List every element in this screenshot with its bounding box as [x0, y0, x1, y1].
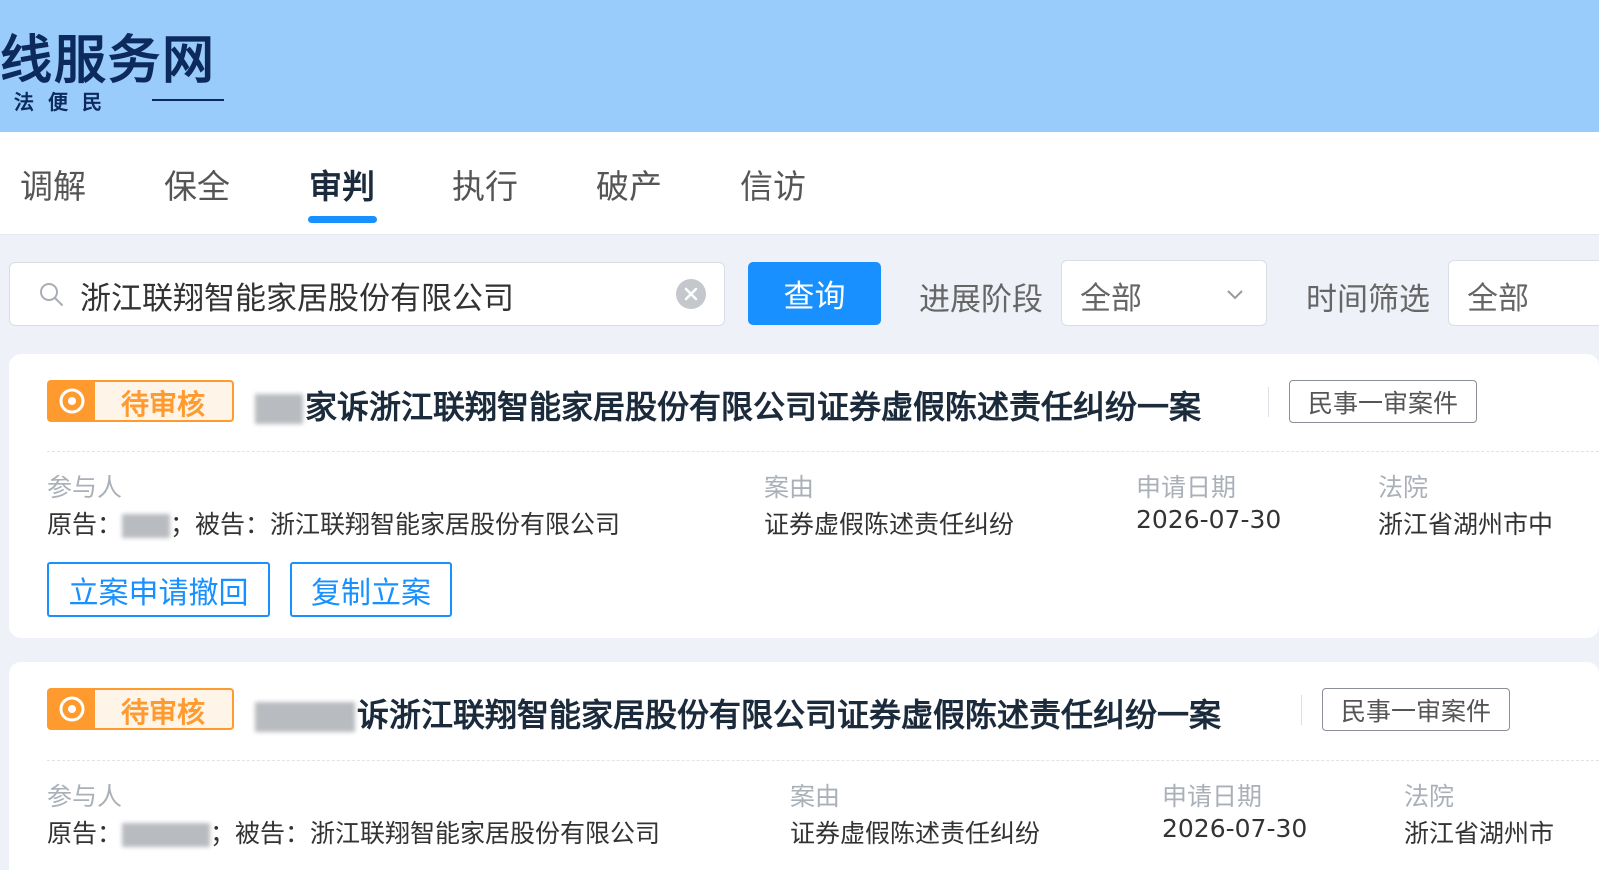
time-select[interactable]: 全部: [1448, 260, 1599, 326]
clear-icon[interactable]: [676, 279, 706, 309]
withdraw-filing-button[interactable]: 立案申请撤回: [47, 562, 270, 617]
redacted-name: [255, 394, 303, 424]
stage-select[interactable]: 全部: [1061, 260, 1267, 326]
stage-filter-label: 进展阶段: [919, 282, 1043, 318]
time-filter-label: 时间筛选: [1306, 282, 1430, 318]
status-badge: 待审核: [47, 380, 234, 422]
status-text: 待审核: [121, 696, 206, 729]
court-value: 浙江省湖州市中: [1378, 510, 1554, 539]
active-tab-indicator: [308, 216, 377, 223]
tab-trial[interactable]: 审判: [309, 160, 375, 208]
redacted-plaintiff: [122, 823, 211, 847]
case-title[interactable]: 诉浙江联翔智能家居股份有限公司证券虚假陈述责任纠纷一案: [255, 690, 1221, 736]
case-title-text: 诉浙江联翔智能家居股份有限公司证券虚假陈述责任纠纷一案: [337, 388, 1202, 426]
pending-icon: [49, 690, 95, 728]
copy-filing-button[interactable]: 复制立案: [290, 562, 452, 617]
court-label: 法院: [1404, 782, 1455, 811]
search-icon: [40, 283, 63, 306]
date-value: 2026-07-30: [1162, 814, 1308, 843]
cause-value: 证券虚假陈述责任纠纷: [764, 510, 1015, 539]
defendant-text: ；被告：浙江联翔智能家居股份有限公司: [170, 510, 621, 539]
case-title[interactable]: 家诉浙江联翔智能家居股份有限公司证券虚假陈述责任纠纷一案: [255, 382, 1201, 428]
date-label: 申请日期: [1162, 782, 1263, 811]
court-value: 浙江省湖州市: [1404, 819, 1555, 848]
query-button[interactable]: 查询: [748, 262, 881, 325]
case-type-tag: 民事一审案件: [1322, 688, 1510, 731]
case-title-text: 诉浙江联翔智能家居股份有限公司证券虚假陈述责任纠纷一案: [357, 696, 1222, 734]
search-input[interactable]: [80, 275, 660, 315]
tab-petition[interactable]: 信访: [740, 160, 806, 208]
tab-bankruptcy[interactable]: 破产: [596, 160, 662, 208]
case-title-prefix: 家: [305, 388, 338, 426]
main-tabs: 调解 保全 审判 执行 破产 信访: [0, 132, 1599, 235]
redacted-name: [255, 702, 355, 732]
plaintiff-label: 原告：: [47, 819, 123, 848]
title-divider: [1268, 387, 1269, 417]
time-select-value: 全部: [1467, 281, 1529, 317]
site-logo-title: 线服务网: [0, 31, 217, 91]
date-value: 2026-07-30: [1136, 505, 1282, 534]
status-text: 待审核: [121, 388, 206, 421]
redacted-plaintiff: [122, 514, 171, 538]
cause-label: 案由: [764, 473, 815, 502]
site-header: 线服务网 司法便民: [0, 0, 1599, 132]
divider: [47, 451, 1599, 452]
pending-icon: [49, 382, 95, 420]
participants-value: 原告： ；被告：浙江联翔智能家居股份有限公司: [47, 814, 660, 850]
site-logo-subtitle: 司法便民: [0, 90, 116, 114]
title-divider: [1301, 695, 1302, 725]
case-card: 待审核 诉浙江联翔智能家居股份有限公司证券虚假陈述责任纠纷一案 民事一审案件 参…: [9, 662, 1599, 870]
chevron-down-icon: [1227, 290, 1243, 300]
participants-label: 参与人: [47, 782, 123, 811]
plaintiff-label: 原告：: [47, 510, 123, 539]
divider: [47, 760, 1599, 761]
logo-divider: [152, 99, 224, 101]
status-badge: 待审核: [47, 688, 234, 730]
court-label: 法院: [1378, 473, 1429, 502]
case-type-tag: 民事一审案件: [1289, 380, 1477, 423]
cause-label: 案由: [790, 782, 841, 811]
date-label: 申请日期: [1136, 473, 1237, 502]
case-card: 待审核 家诉浙江联翔智能家居股份有限公司证券虚假陈述责任纠纷一案 民事一审案件 …: [9, 354, 1599, 638]
defendant-text: ；被告：浙江联翔智能家居股份有限公司: [210, 819, 661, 848]
stage-select-value: 全部: [1080, 281, 1142, 317]
tab-preservation[interactable]: 保全: [164, 160, 230, 208]
participants-value: 原告： ；被告：浙江联翔智能家居股份有限公司: [47, 505, 620, 541]
search-box: [9, 262, 725, 326]
tab-execution[interactable]: 执行: [452, 160, 518, 208]
cause-value: 证券虚假陈述责任纠纷: [790, 819, 1041, 848]
participants-label: 参与人: [47, 473, 123, 502]
tab-mediation[interactable]: 调解: [20, 160, 86, 208]
